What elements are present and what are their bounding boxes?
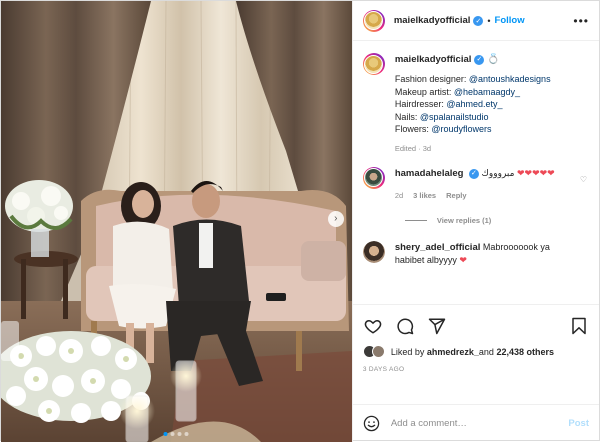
comment-content: hamadahelaleg ✓ مبروووك ❤❤❤❤❤ 2d 3 likes… — [395, 167, 565, 202]
liker-avatars — [362, 345, 385, 358]
comment-hearts: ❤ — [459, 254, 467, 265]
heart-icon[interactable] — [363, 316, 383, 336]
comment-text: مبروووك — [481, 167, 515, 178]
emoji-icon[interactable] — [363, 415, 381, 433]
comment-content: shery_adel_official Mabrooooook ya habib… — [395, 241, 565, 267]
carousel-dot — [170, 432, 175, 436]
follow-button[interactable]: Follow — [495, 15, 525, 26]
caption-label: Flowers: — [394, 124, 432, 135]
carousel-dot — [184, 432, 189, 436]
caption-line: Flowers: @roudyflowers — [395, 123, 551, 136]
caption-label: Hairdresser: — [394, 99, 447, 110]
comment-item: shery_adel_official Mabrooooook ya habib… — [362, 240, 589, 267]
caption-line: Hairdresser: @ahmed.ety_ — [395, 98, 551, 111]
reply-divider — [404, 219, 427, 221]
view-replies-button[interactable]: View replies (1) — [404, 215, 589, 225]
view-replies-label: View replies (1) — [436, 215, 492, 225]
verified-badge-icon: ✓ — [468, 168, 479, 179]
reply-button[interactable]: Reply — [446, 189, 466, 202]
comment-input[interactable] — [390, 418, 569, 429]
likes-summary: Liked by ahmedrezk_ and 22,438 others — [362, 345, 589, 358]
post-header: maielkadyofficial ✓ • Follow ••• — [352, 1, 599, 41]
verified-badge-icon: ✓ — [473, 15, 484, 26]
caption-line: Fashion designer: @antoushkadesigns — [395, 73, 551, 86]
post-date[interactable]: 3 DAYS AGO — [363, 366, 589, 373]
caption-avatar[interactable] — [362, 53, 385, 75]
bookmark-icon[interactable] — [569, 316, 589, 336]
mention-link[interactable]: @ahmed.ety_ — [446, 99, 502, 109]
ring-emoji: 💍 — [487, 54, 500, 65]
comment-time: 2d — [394, 190, 404, 200]
carousel-dots — [163, 432, 189, 436]
more-horizontal-icon[interactable]: ••• — [573, 14, 589, 28]
caption-body: maielkadyofficial ✓ 💍 Fashion designer: … — [395, 53, 551, 153]
commenter-avatar[interactable] — [362, 240, 385, 263]
post-photo[interactable]: › — [1, 1, 352, 442]
post-actions: Liked by ahmedrezk_ and 22,438 others 3 … — [352, 304, 599, 404]
mention-link[interactable]: @antoushkadesigns — [469, 74, 551, 84]
mention-link[interactable]: @roudyflowers — [431, 124, 491, 134]
carousel-next-button[interactable]: › — [327, 211, 344, 227]
comment-likes[interactable]: 3 likes — [413, 189, 436, 202]
verified-badge-icon: ✓ — [474, 55, 485, 65]
first-liker[interactable]: ahmedrezk_ — [427, 347, 479, 357]
commenter-avatar[interactable] — [362, 166, 385, 189]
caption-label: Makeup artist: — [394, 86, 454, 97]
instagram-post: › maielkadyofficial ✓ • Follow ••• maiel… — [0, 0, 600, 442]
share-icon[interactable] — [427, 316, 447, 336]
carousel-dot — [163, 432, 168, 436]
mention-link[interactable]: @spalanailstudio — [420, 112, 489, 122]
post-side-panel: maielkadyofficial ✓ • Follow ••• maielka… — [351, 1, 599, 442]
caption-label: Fashion designer: — [394, 74, 469, 84]
photo-illustration — [1, 1, 352, 442]
comment-item: hamadahelaleg ✓ مبروووك ❤❤❤❤❤ 2d 3 likes… — [362, 166, 589, 202]
comment-meta: 2d 3 likes Reply — [395, 189, 565, 202]
mention-link[interactable]: @hebamaagdy_ — [454, 87, 520, 97]
author-username[interactable]: maielkadyofficial — [394, 15, 471, 26]
likes-and-label: and — [478, 346, 494, 357]
commenter-username[interactable]: hamadahelaleg — [395, 168, 464, 179]
caption: maielkadyofficial ✓ 💍 Fashion designer: … — [362, 53, 589, 153]
commenter-username[interactable]: shery_adel_official — [395, 242, 481, 253]
carousel-dot — [177, 432, 182, 436]
post-comment-button[interactable]: Post — [568, 418, 589, 429]
author-avatar[interactable] — [362, 9, 385, 32]
comment-hearts: ❤❤❤❤❤ — [516, 167, 555, 178]
action-icons — [363, 313, 589, 339]
separator-dot: • — [487, 15, 491, 26]
caption-header: maielkadyofficial ✓ 💍 — [395, 53, 551, 67]
liked-by-label: Liked by — [390, 346, 425, 357]
comment-icon[interactable] — [395, 316, 415, 336]
caption-line: Nails: @spalanailstudio — [395, 111, 551, 124]
caption-meta: Edited · 3d — [394, 143, 432, 153]
others-count[interactable]: 22,438 others — [496, 347, 554, 357]
caption-line: Makeup artist: @hebamaagdy_ — [395, 86, 551, 99]
liker-avatar — [371, 345, 385, 358]
comments-section: maielkadyofficial ✓ 💍 Fashion designer: … — [353, 41, 599, 304]
comment-heart-icon[interactable]: ♡ — [580, 175, 587, 184]
caption-author[interactable]: maielkadyofficial — [395, 53, 472, 67]
add-comment-bar: Post — [352, 404, 599, 442]
caption-label: Nails: — [394, 111, 420, 122]
